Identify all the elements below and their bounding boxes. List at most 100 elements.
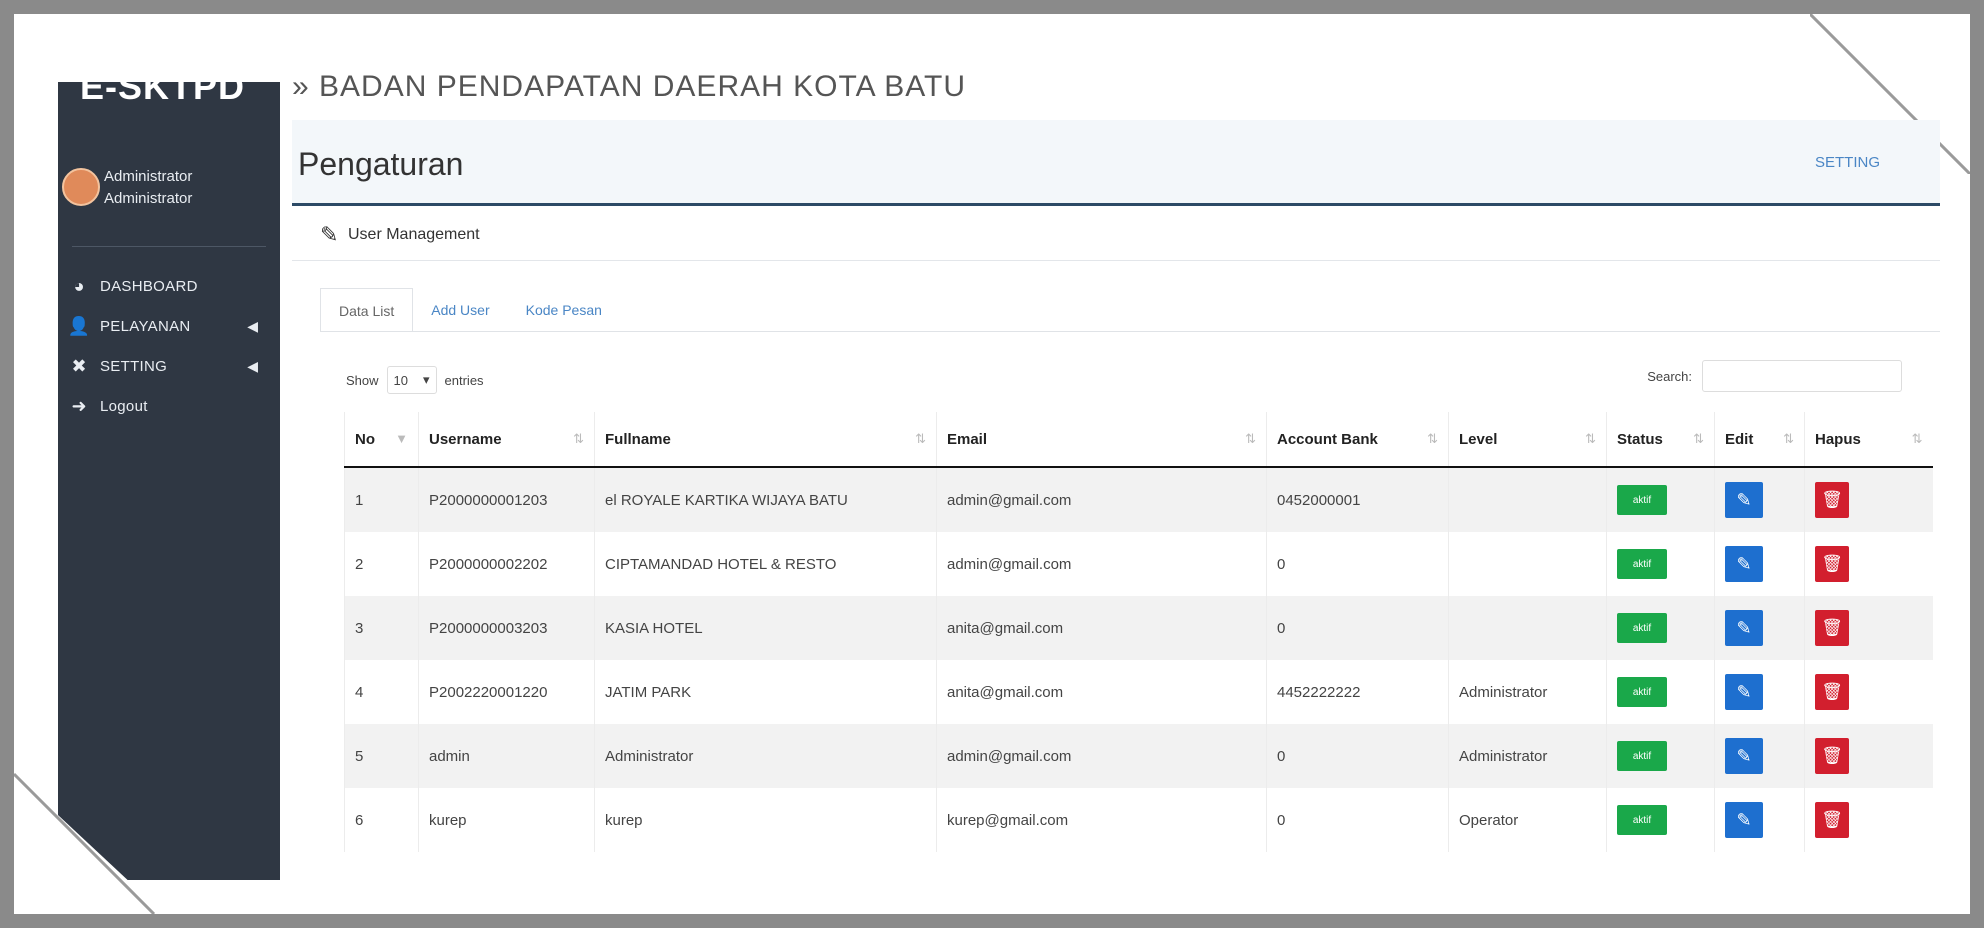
user-name: Administrator xyxy=(104,168,193,185)
tab-kode-pesan[interactable]: Kode Pesan xyxy=(508,288,620,332)
search-input[interactable] xyxy=(1702,360,1902,392)
column-header-account-bank[interactable]: Account Bank ⇅ xyxy=(1266,412,1449,468)
cell-edit: ✎ xyxy=(1714,788,1805,852)
status-button[interactable]: aktif xyxy=(1617,485,1667,515)
column-header-status[interactable]: Status ⇅ xyxy=(1606,412,1715,468)
column-header-username[interactable]: Username ⇅ xyxy=(418,412,595,468)
dashboard-icon: ◕ xyxy=(73,275,85,296)
cell-account-bank: 0452000001 xyxy=(1266,467,1449,532)
cell-edit: ✎ xyxy=(1714,467,1805,532)
sidebar-item-label: DASHBOARD xyxy=(100,277,198,295)
delete-button[interactable]: 🗑 xyxy=(1815,738,1849,774)
tools-icon: ✖ xyxy=(71,355,87,376)
sort-desc-icon: ▼ xyxy=(395,430,408,446)
tab-add-user[interactable]: Add User xyxy=(413,288,507,332)
table-row: 6 kurep kurep kurep@gmail.com 0 Operator… xyxy=(344,788,1933,852)
delete-button[interactable]: 🗑 xyxy=(1815,482,1849,518)
avatar xyxy=(62,168,100,206)
column-header-edit[interactable]: Edit ⇅ xyxy=(1714,412,1805,468)
cell-level xyxy=(1448,596,1607,660)
sidebar-item-label: Logout xyxy=(100,397,148,415)
search-label: Search: xyxy=(1647,368,1692,384)
edit-icon: ✎ xyxy=(1736,809,1752,830)
delete-button[interactable]: 🗑 xyxy=(1815,802,1849,838)
cell-hapus: 🗑 xyxy=(1804,724,1933,788)
cell-username: P2000000001203 xyxy=(418,467,595,532)
search-control: Search: xyxy=(1647,360,1902,392)
sort-icon: ⇅ xyxy=(573,430,584,446)
sidebar-item-pelayanan[interactable]: 👤 PELAYANAN ◀ xyxy=(58,306,280,346)
cell-edit: ✎ xyxy=(1714,596,1805,660)
cell-fullname: el ROYALE KARTIKA WIJAYA BATU xyxy=(594,467,937,532)
brand-logo-text[interactable]: E-SKTPD xyxy=(80,82,245,108)
cell-account-bank: 0 xyxy=(1266,532,1449,596)
chevron-left-icon: ◀ xyxy=(247,317,258,334)
trash-icon: 🗑 xyxy=(1821,810,1843,829)
entries-label: entries xyxy=(444,372,484,388)
edit-button[interactable]: ✎ xyxy=(1725,546,1763,582)
user-panel: Administrator Administrator xyxy=(58,154,280,226)
edit-icon: ✎ xyxy=(320,222,339,247)
table-row: 4 P2002220001220 JATIM PARK anita@gmail.… xyxy=(344,660,1933,724)
delete-button[interactable]: 🗑 xyxy=(1815,674,1849,710)
cell-username: P2000000002202 xyxy=(418,532,595,596)
edit-button[interactable]: ✎ xyxy=(1725,802,1763,838)
column-header-hapus[interactable]: Hapus ⇅ xyxy=(1804,412,1933,468)
agency-title: BADAN PENDAPATAN DAERAH KOTA BATU xyxy=(319,70,967,103)
breadcrumb-link[interactable]: SETTING xyxy=(1815,154,1880,171)
cell-status: aktif xyxy=(1606,724,1715,788)
cell-hapus: 🗑 xyxy=(1804,596,1933,660)
cell-account-bank: 0 xyxy=(1266,724,1449,788)
column-header-email[interactable]: Email ⇅ xyxy=(936,412,1267,468)
show-label: Show xyxy=(346,372,379,388)
table-row: 5 admin Administrator admin@gmail.com 0 … xyxy=(344,724,1933,788)
cell-hapus: 🗑 xyxy=(1804,660,1933,724)
cell-email: anita@gmail.com xyxy=(936,660,1267,724)
edit-icon: ✎ xyxy=(1736,681,1752,702)
edit-button[interactable]: ✎ xyxy=(1725,738,1763,774)
tab-data-list[interactable]: Data List xyxy=(320,288,414,332)
trash-icon: 🗑 xyxy=(1821,682,1843,701)
trash-icon: 🗑 xyxy=(1821,554,1843,573)
cell-no: 3 xyxy=(344,596,419,660)
chevron-left-icon: ◀ xyxy=(247,357,258,374)
status-button[interactable]: aktif xyxy=(1617,549,1667,579)
status-button[interactable]: aktif xyxy=(1617,805,1667,835)
sidebar-item-dashboard[interactable]: ◕ DASHBOARD xyxy=(58,266,280,306)
cell-status: aktif xyxy=(1606,532,1715,596)
cell-status: aktif xyxy=(1606,467,1715,532)
corner-decoration xyxy=(14,772,164,914)
show-entries-control: Show 10 ▾ entries xyxy=(346,366,484,394)
column-header-no[interactable]: No ▼ xyxy=(344,412,419,468)
status-button[interactable]: aktif xyxy=(1617,613,1667,643)
column-header-level[interactable]: Level ⇅ xyxy=(1448,412,1607,468)
cell-username: admin xyxy=(418,724,595,788)
edit-button[interactable]: ✎ xyxy=(1725,610,1763,646)
cell-username: P2002220001220 xyxy=(418,660,595,724)
edit-icon: ✎ xyxy=(1736,745,1752,766)
cell-email: admin@gmail.com xyxy=(936,532,1267,596)
cell-edit: ✎ xyxy=(1714,724,1805,788)
delete-button[interactable]: 🗑 xyxy=(1815,610,1849,646)
cell-no: 4 xyxy=(344,660,419,724)
cell-level: Operator xyxy=(1448,788,1607,852)
cell-email: admin@gmail.com xyxy=(936,467,1267,532)
entries-select[interactable]: 10 ▾ xyxy=(386,366,437,394)
cell-account-bank: 0 xyxy=(1266,596,1449,660)
status-button[interactable]: aktif xyxy=(1617,677,1667,707)
cell-email: kurep@gmail.com xyxy=(936,788,1267,852)
sort-icon: ⇅ xyxy=(1245,430,1256,446)
cell-no: 2 xyxy=(344,532,419,596)
cell-level xyxy=(1448,467,1607,532)
chevron-down-icon: ▾ xyxy=(423,372,430,387)
menu-toggle-icon[interactable]: » xyxy=(292,70,310,103)
edit-button[interactable]: ✎ xyxy=(1725,674,1763,710)
column-header-fullname[interactable]: Fullname ⇅ xyxy=(594,412,937,468)
sort-icon: ⇅ xyxy=(1585,430,1596,446)
delete-button[interactable]: 🗑 xyxy=(1815,546,1849,582)
status-button[interactable]: aktif xyxy=(1617,741,1667,771)
sidebar-item-setting[interactable]: ✖ SETTING ◀ xyxy=(58,346,280,386)
sidebar-item-logout[interactable]: ➜ Logout xyxy=(58,386,280,426)
page-header: Pengaturan SETTING xyxy=(292,120,1940,206)
edit-button[interactable]: ✎ xyxy=(1725,482,1763,518)
